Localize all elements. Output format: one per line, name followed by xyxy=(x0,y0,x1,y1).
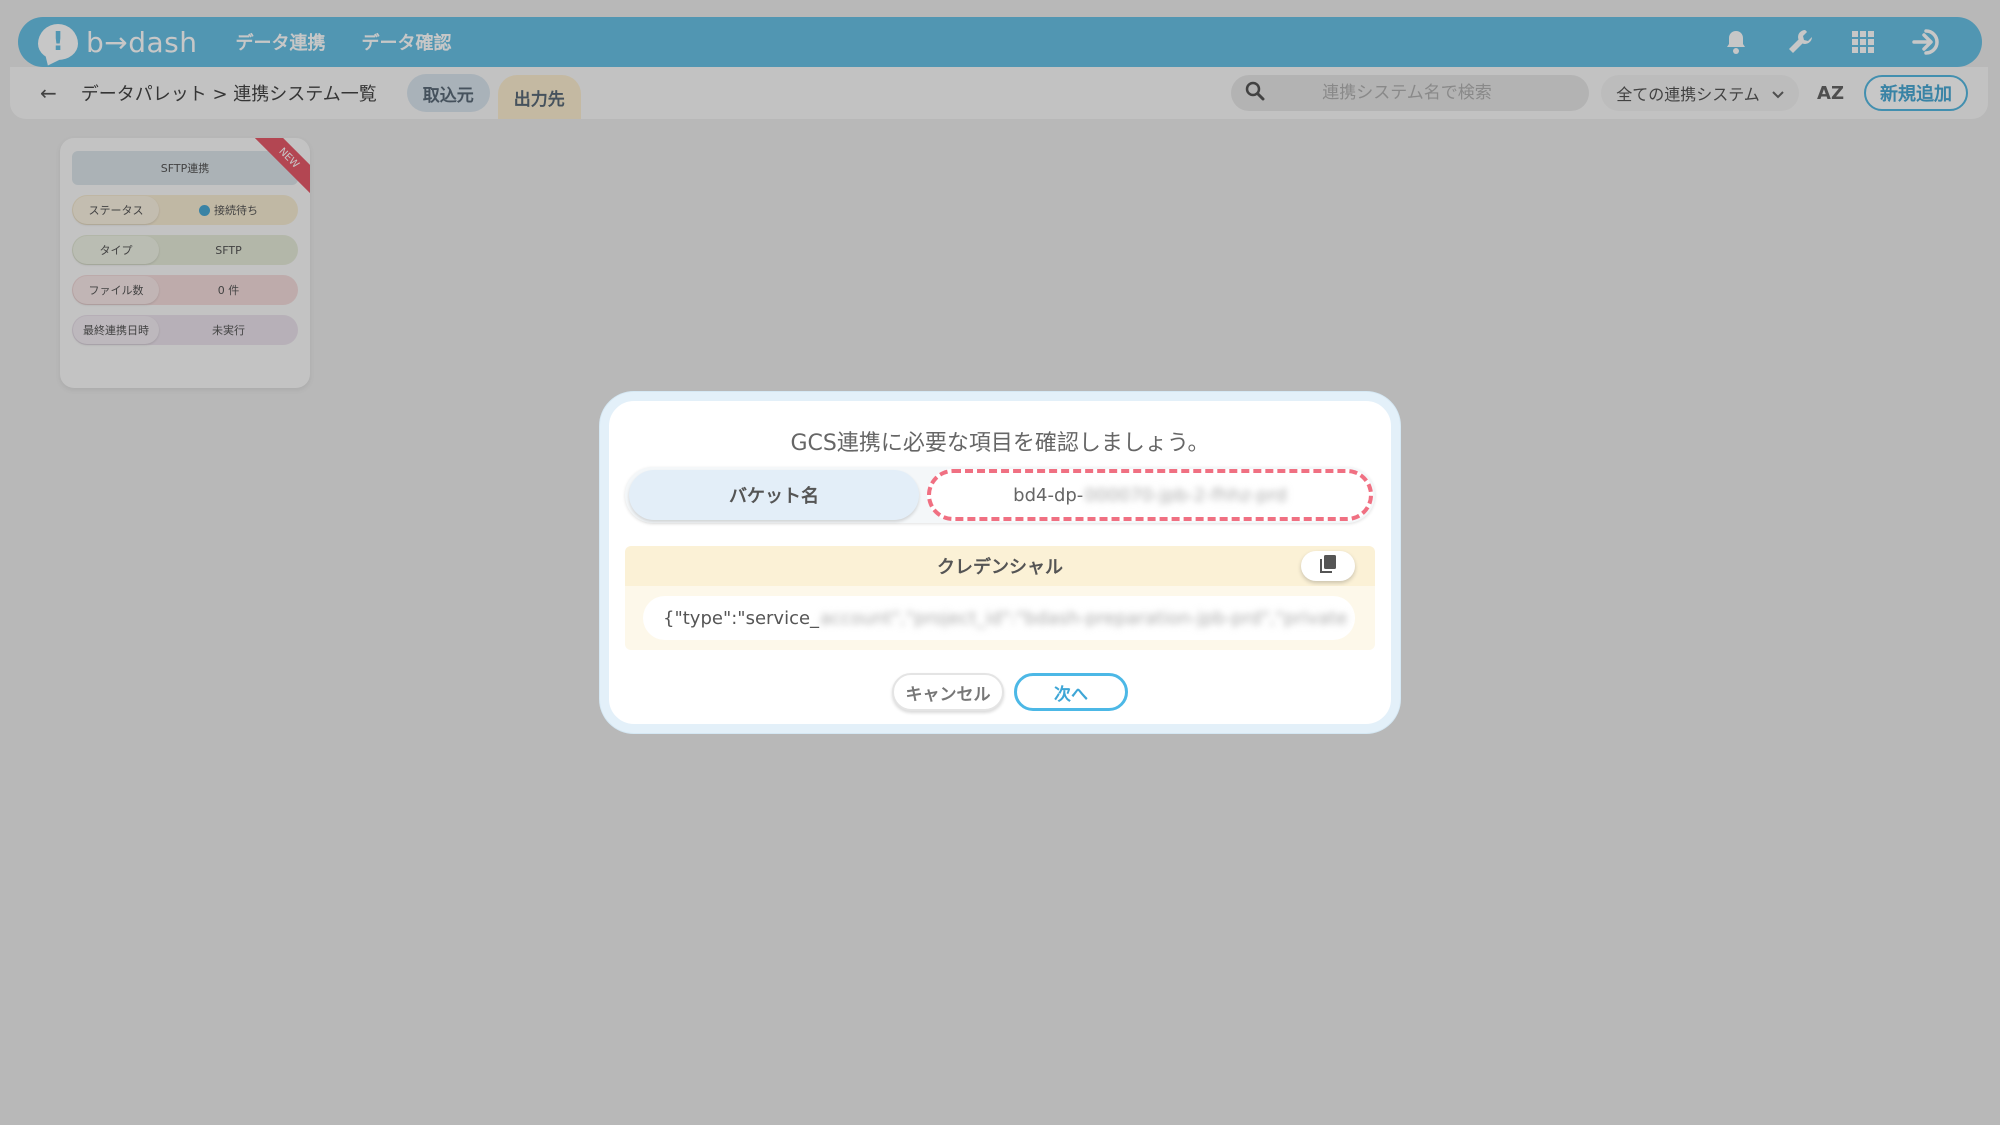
modal-title: GCS連携に必要な項目を確認しましょう。 xyxy=(790,431,1210,456)
copy-icon xyxy=(1320,554,1336,578)
credential-label: クレデンシャル xyxy=(937,557,1063,578)
next-button[interactable]: 次へ xyxy=(1014,673,1128,711)
bucket-value-masked: 000070-jpb-2-fhhz-prd xyxy=(1084,484,1287,506)
bucket-name-row: バケット名 bd4-dp- 000070-jpb-2-fhhz-prd xyxy=(625,467,1375,523)
cancel-button[interactable]: キャンセル xyxy=(892,673,1004,711)
bucket-name-value[interactable]: bd4-dp- 000070-jpb-2-fhhz-prd xyxy=(927,469,1373,521)
credential-value-masked: account","project_id":"bdash-preparation… xyxy=(820,607,1348,629)
bucket-name-label: バケット名 xyxy=(629,470,919,520)
bucket-value-visible: bd4-dp- xyxy=(1013,484,1084,506)
credential-value[interactable]: {"type":"service_ account","project_id":"… xyxy=(643,596,1355,640)
copy-button[interactable] xyxy=(1301,551,1355,581)
credential-value-visible: {"type":"service_ xyxy=(663,607,820,629)
credential-header: クレデンシャル xyxy=(625,546,1375,586)
gcs-confirm-modal: GCS連携に必要な項目を確認しましょう。 バケット名 bd4-dp- 000070… xyxy=(600,392,1400,733)
credential-body: {"type":"service_ account","project_id":"… xyxy=(625,586,1375,650)
